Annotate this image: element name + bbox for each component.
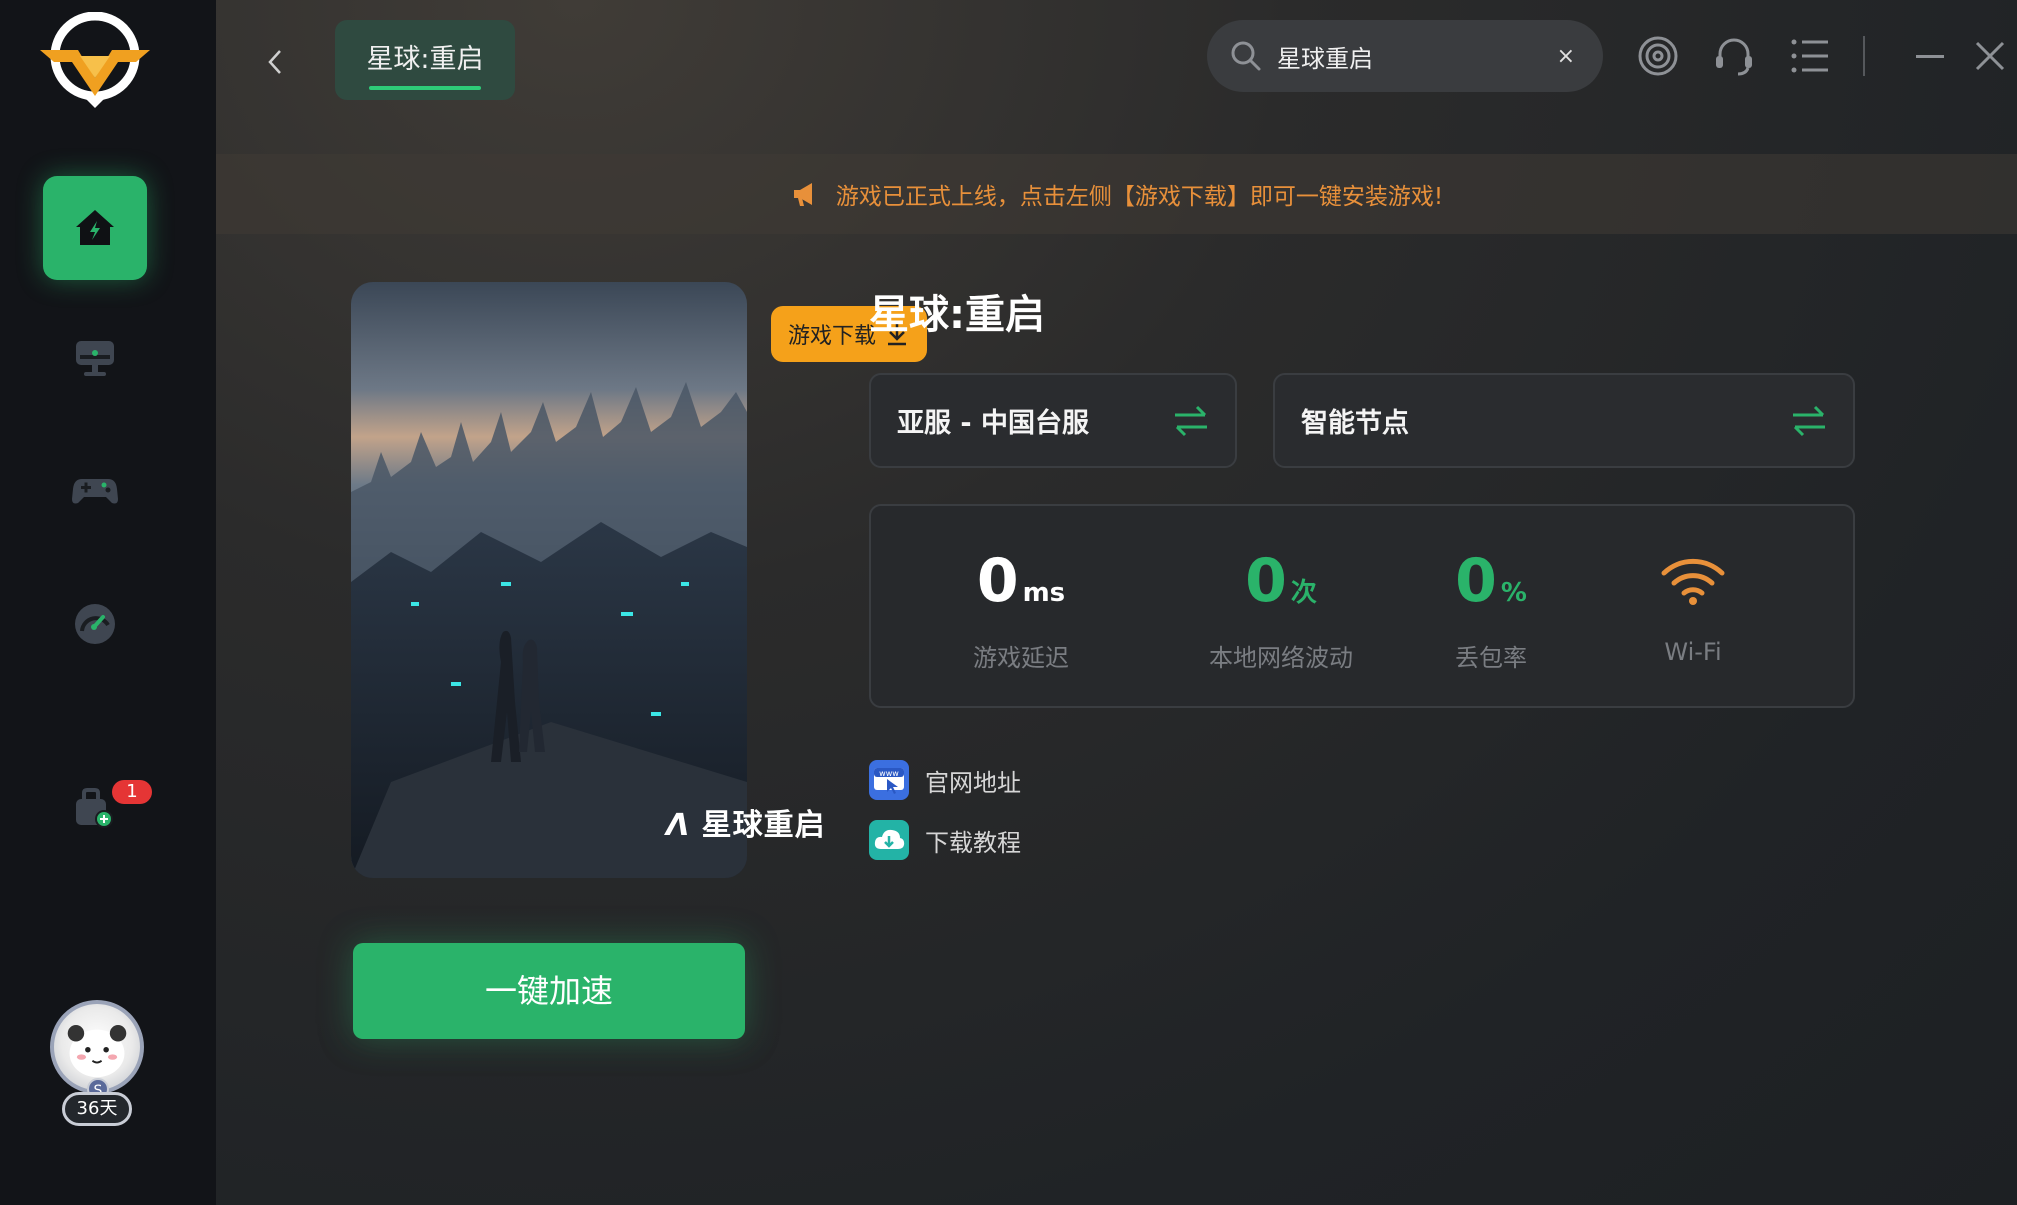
cover-logo-text: 星球重启 <box>701 808 826 843</box>
wifi-label: Wi-Fi <box>1664 638 1722 666</box>
download-tutorial-link[interactable]: 下载教程 <box>869 820 1021 860</box>
latency-value: 0 <box>976 546 1019 616</box>
toolbox-badge: 1 <box>112 780 152 804</box>
download-tutorial-label: 下载教程 <box>925 828 1021 857</box>
main-panel: 星球:重启 星球重启 × 游戏已正式上线，点击左侧【游戏下载】即可一键安装游戏!… <box>216 0 2017 1205</box>
close-icon <box>1975 41 2005 71</box>
official-website-label: 官网地址 <box>925 768 1021 797</box>
node-value: 智能节点 <box>1301 408 1409 439</box>
app-logo <box>38 11 152 108</box>
network-stats-panel: 0 ms 游戏延迟 0次 本地网络波动 0% 丢包率 Wi-Fi <box>869 504 1855 708</box>
latency-label: 游戏延迟 <box>973 644 1069 672</box>
swap-icon <box>1793 405 1825 436</box>
sidebar-item-toolbox[interactable] <box>43 756 147 860</box>
game-cover-artwork <box>351 382 747 878</box>
fluctuation-label: 本地网络波动 <box>1209 644 1353 672</box>
swap-icon <box>1175 405 1207 436</box>
sidebar: 1 S 36天 <box>0 0 216 1205</box>
cover-logo: Λ 星球重启 <box>666 808 826 843</box>
tab-game-label: 星球:重启 <box>366 44 484 75</box>
toolbar-divider <box>1863 36 1865 76</box>
game-title: 星球:重启 <box>869 292 1045 338</box>
back-button[interactable] <box>256 42 296 82</box>
latency-unit: ms <box>1022 578 1066 608</box>
latency-stat: 0 ms 游戏延迟 <box>941 546 1101 673</box>
chevron-left-icon <box>268 50 281 74</box>
speedometer-icon <box>75 604 115 644</box>
announcement-bar: 游戏已正式上线，点击左侧【游戏下载】即可一键安装游戏! <box>216 154 2017 234</box>
tab-game[interactable]: 星球:重启 <box>335 20 515 100</box>
official-website-link[interactable]: www 官网地址 <box>869 760 1021 800</box>
minimize-button[interactable] <box>1906 32 1954 80</box>
minimize-icon <box>1916 55 1944 58</box>
packet-loss-stat: 0% 丢包率 <box>1421 546 1561 673</box>
game-cover <box>351 282 747 878</box>
list-menu-icon <box>1791 39 1828 73</box>
tab-active-indicator <box>369 86 481 90</box>
menu-button[interactable] <box>1786 32 1834 80</box>
close-button[interactable] <box>1966 32 2014 80</box>
fluctuation-unit: 次 <box>1290 578 1317 608</box>
clear-search-button[interactable]: × <box>1557 44 1575 69</box>
announcement-text: 游戏已正式上线，点击左侧【游戏下载】即可一键安装游戏! <box>835 184 1444 210</box>
user-avatar[interactable]: S 36天 <box>44 996 150 1132</box>
packet-loss-value: 0 <box>1455 546 1497 616</box>
headset-icon <box>1716 38 1752 76</box>
www-icon: www <box>869 760 909 800</box>
sidebar-item-home[interactable] <box>43 176 147 280</box>
packet-loss-label: 丢包率 <box>1455 644 1527 672</box>
game-platform-button[interactable] <box>1634 32 1682 80</box>
wifi-icon <box>1661 558 1725 605</box>
search-icon <box>1231 41 1261 71</box>
sidebar-item-gamepad[interactable] <box>43 438 147 542</box>
server-value: 亚服 - 中国台服 <box>897 408 1090 439</box>
network-fluctuation-stat: 0次 本地网络波动 <box>1181 546 1381 673</box>
fluctuation-value: 0 <box>1245 546 1287 616</box>
game-download-label: 游戏下载 <box>787 324 876 349</box>
sidebar-item-monitor[interactable] <box>43 306 147 410</box>
customer-service-button[interactable] <box>1710 32 1758 80</box>
home-icon <box>76 210 114 245</box>
gamepad-icon <box>72 479 118 504</box>
megaphone-icon <box>793 183 812 206</box>
server-selector[interactable]: 亚服 - 中国台服 <box>869 373 1237 468</box>
node-selector[interactable]: 智能节点 <box>1273 373 1855 468</box>
svg-text:www: www <box>879 769 899 778</box>
vip-days: 36天 <box>62 1092 132 1126</box>
packet-loss-unit: % <box>1500 578 1527 608</box>
spiral-icon <box>1638 36 1678 76</box>
search-input[interactable]: 星球重启 <box>1277 39 1557 74</box>
sidebar-item-speed[interactable] <box>43 572 147 676</box>
search-box[interactable]: 星球重启 × <box>1207 20 1603 92</box>
cloud-download-icon <box>869 820 909 860</box>
wifi-stat: Wi-Fi <box>1623 546 1763 666</box>
monitor-icon <box>76 341 114 376</box>
one-click-accelerate-button[interactable]: 一键加速 <box>353 943 745 1039</box>
